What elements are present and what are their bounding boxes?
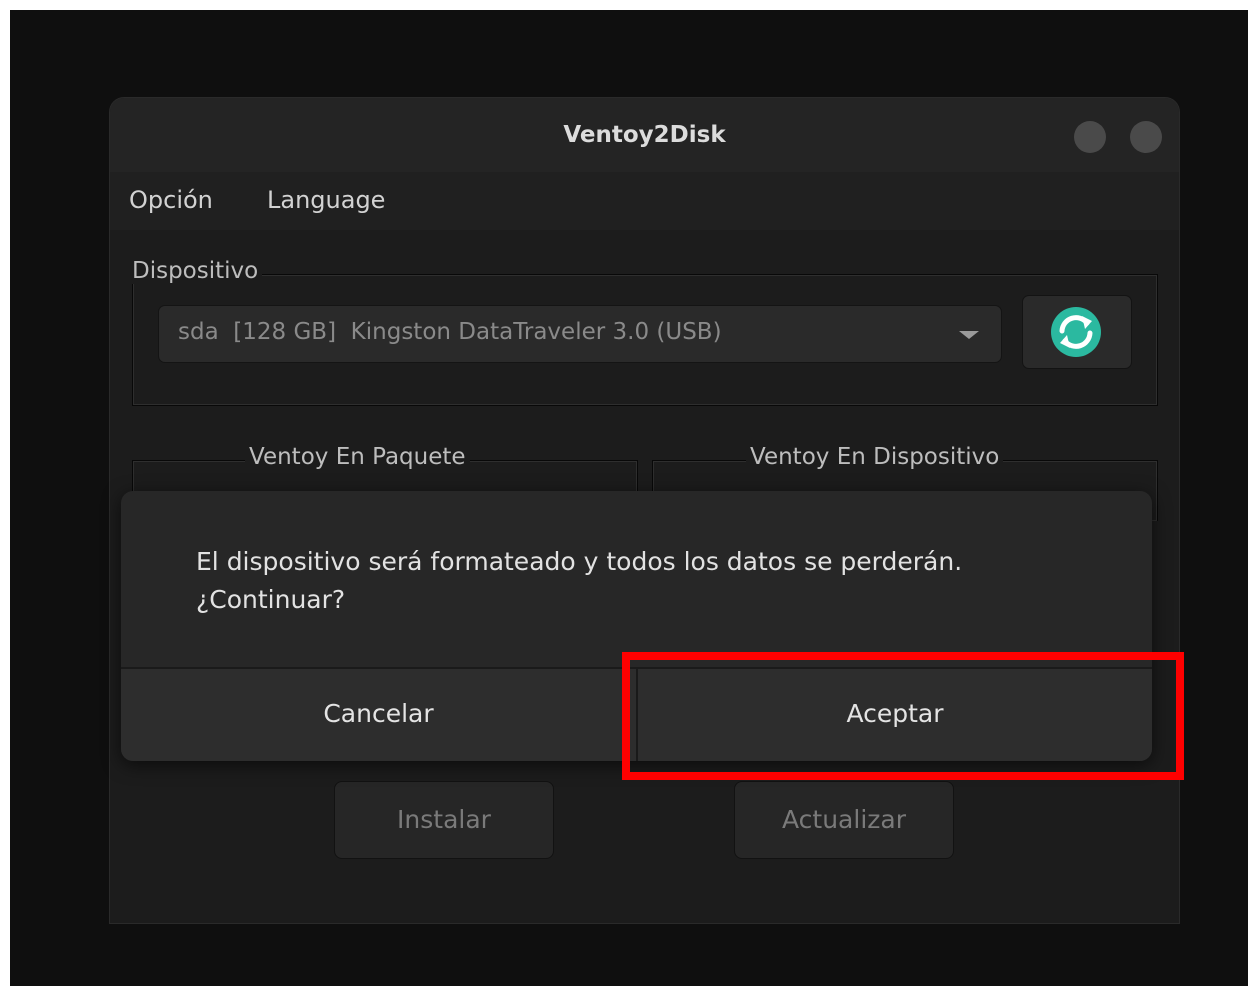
chevron-down-icon bbox=[959, 331, 979, 339]
install-button[interactable]: Instalar bbox=[334, 781, 554, 859]
refresh-icon bbox=[1051, 307, 1101, 357]
device-select-value: sda [128 GB] Kingston DataTraveler 3.0 (… bbox=[178, 319, 722, 345]
minimize-button[interactable] bbox=[1074, 121, 1106, 153]
dialog-message-line2: ¿Continuar? bbox=[196, 585, 346, 614]
menu-bar: Opción Language bbox=[110, 172, 1179, 230]
device-select[interactable]: sda [128 GB] Kingston DataTraveler 3.0 (… bbox=[158, 305, 1002, 363]
menu-language[interactable]: Language bbox=[267, 186, 385, 214]
window-title: Ventoy2Disk bbox=[563, 122, 726, 148]
menu-option[interactable]: Opción bbox=[129, 186, 213, 214]
dialog-message: El dispositivo será formateado y todos l… bbox=[196, 543, 1126, 619]
device-group-label: Dispositivo bbox=[132, 258, 263, 284]
title-bar[interactable]: Ventoy2Disk bbox=[110, 98, 1179, 172]
refresh-button[interactable] bbox=[1022, 295, 1132, 369]
close-button[interactable] bbox=[1130, 121, 1162, 153]
dialog-message-line1: El dispositivo será formateado y todos l… bbox=[196, 547, 963, 576]
update-button[interactable]: Actualizar bbox=[734, 781, 954, 859]
package-version-label: Ventoy En Paquete bbox=[245, 444, 470, 470]
cancel-button[interactable]: Cancelar bbox=[121, 669, 636, 761]
desktop-background: Ventoy2Disk Opción Language Dispositivo … bbox=[10, 10, 1248, 986]
device-version-label: Ventoy En Dispositivo bbox=[746, 444, 1004, 470]
highlight-box bbox=[622, 652, 1184, 780]
